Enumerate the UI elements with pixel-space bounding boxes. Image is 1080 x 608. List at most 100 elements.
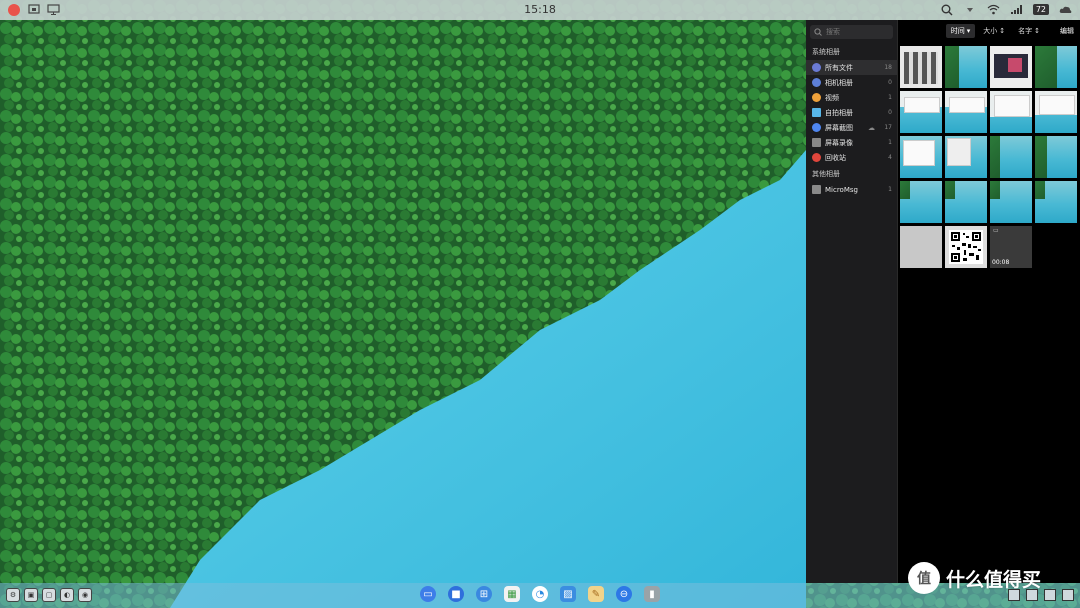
search-placeholder: 搜索 — [826, 28, 840, 36]
browser-icon[interactable]: ◔ — [532, 586, 548, 602]
photo-grid: ▭ 00:08 — [900, 46, 1078, 271]
window-icon[interactable]: ▢ — [42, 588, 56, 602]
tray-icon[interactable] — [1044, 589, 1056, 601]
sort-by-size-button[interactable]: 大小 ↕ — [978, 24, 1011, 38]
photo-thumbnail[interactable] — [900, 46, 942, 88]
photo-thumbnail[interactable] — [1035, 91, 1077, 133]
album-label: 相机相册 — [825, 78, 853, 87]
sort-name-label: 名字 — [1018, 27, 1033, 35]
settings-icon[interactable]: ⚙ — [6, 588, 20, 602]
album-video[interactable]: 视频 1 — [806, 90, 897, 105]
video-icon — [812, 93, 821, 102]
video-icon: ▭ — [993, 227, 999, 234]
photo-thumbnail[interactable] — [900, 136, 942, 178]
photo-thumbnail[interactable] — [1035, 181, 1077, 223]
wifi-icon[interactable] — [987, 3, 1000, 16]
album-label: 自拍相册 — [825, 108, 853, 117]
photo-thumbnail[interactable] — [990, 136, 1032, 178]
search-icon — [814, 28, 822, 36]
photo-thumbnail[interactable] — [900, 91, 942, 133]
all-files-icon — [812, 63, 821, 72]
cloud-icon: ☁ — [868, 123, 875, 132]
trash-icon[interactable]: ▮ — [644, 586, 660, 602]
sort-arrows-icon: ↕ — [1034, 27, 1040, 35]
album-label: MicroMsg — [825, 185, 858, 194]
screenshot-album-icon — [812, 123, 821, 132]
cloud-icon — [1059, 3, 1072, 16]
photo-thumbnail[interactable] — [990, 46, 1032, 88]
album-count: 1 — [888, 139, 892, 146]
album-recycle-bin[interactable]: 回收站 4 — [806, 150, 897, 165]
finder-icon[interactable]: ▭ — [420, 586, 436, 602]
chevron-down-icon: ▾ — [966, 27, 971, 35]
photo-thumbnail[interactable] — [1035, 136, 1077, 178]
album-camera[interactable]: 相机相册 0 — [806, 75, 897, 90]
toggle-icon[interactable]: ◐ — [60, 588, 74, 602]
notes-icon[interactable]: ✎ — [588, 586, 604, 602]
photo-thumbnail[interactable] — [900, 181, 942, 223]
video-duration: 00:08 — [992, 259, 1010, 266]
settings-app-icon[interactable]: ⊖ — [616, 586, 632, 602]
search-input[interactable]: 搜索 — [810, 25, 893, 39]
watermark-logo: 值 — [908, 562, 940, 594]
album-label: 所有文件 — [825, 63, 853, 72]
dropdown-icon[interactable] — [964, 3, 977, 16]
album-count: 18 — [884, 64, 892, 71]
qr-code-icon — [949, 230, 983, 264]
camera-icon — [812, 78, 821, 87]
album-label: 屏幕录像 — [825, 138, 853, 147]
launcher-icon[interactable]: ⊞ — [476, 586, 492, 602]
selfie-icon — [812, 108, 821, 117]
qr-code-thumbnail[interactable] — [945, 226, 987, 268]
record-icon[interactable]: ◉ — [78, 588, 92, 602]
gallery-icon[interactable]: ▨ — [560, 586, 576, 602]
photos-icon[interactable]: ▦ — [504, 586, 520, 602]
album-screenshots[interactable]: 屏幕截图 ☁ 17 — [806, 120, 897, 135]
album-screen-recordings[interactable]: 屏幕录像 1 — [806, 135, 897, 150]
photo-grid-area: 时间 ▾ 大小 ↕ 名字 ↕ 编辑 ▭ 00:08 — [898, 20, 1080, 583]
status-bar: 15:18 72 — [0, 0, 1080, 20]
album-count: 1 — [888, 186, 892, 193]
section-title-system: 系统相册 — [812, 48, 840, 56]
album-count: 17 — [884, 124, 892, 131]
album-micromsg[interactable]: MicroMsg 1 — [806, 182, 897, 197]
watermark: 值 什么值得买 — [908, 562, 1041, 594]
photo-thumbnail[interactable] — [945, 46, 987, 88]
screenshot-icon[interactable]: ▣ — [24, 588, 38, 602]
gallery-window: 搜索 系统相册 所有文件 18 相机相册 0 视频 1 自拍相册 0 屏幕截图 … — [806, 20, 1080, 583]
edit-button[interactable]: 编辑 — [1060, 26, 1074, 36]
album-count: 0 — [888, 109, 892, 116]
tray-icon[interactable] — [1062, 589, 1074, 601]
sort-by-time-button[interactable]: 时间 ▾ — [945, 24, 976, 38]
signal-icon — [1010, 3, 1023, 16]
album-count: 0 — [888, 79, 892, 86]
section-title-other: 其他相册 — [812, 170, 840, 178]
album-selfie[interactable]: 自拍相册 0 — [806, 105, 897, 120]
trash-icon — [812, 153, 821, 162]
album-label: 屏幕截图 — [825, 123, 853, 132]
sort-size-label: 大小 — [983, 27, 998, 35]
album-count: 4 — [888, 154, 892, 161]
watermark-text: 什么值得买 — [946, 568, 1042, 591]
sort-time-label: 时间 — [950, 27, 965, 35]
photo-thumbnail[interactable] — [945, 181, 987, 223]
sort-toolbar: 时间 ▾ 大小 ↕ 名字 ↕ 编辑 — [898, 20, 1080, 42]
screen-record-icon — [812, 138, 821, 147]
album-all-files[interactable]: 所有文件 18 — [806, 60, 897, 75]
album-label: 回收站 — [825, 153, 846, 162]
sort-by-name-button[interactable]: 名字 ↕ — [1013, 24, 1045, 38]
folder-icon — [812, 185, 821, 194]
video-thumbnail[interactable]: ▭ 00:08 — [990, 226, 1032, 268]
clock: 15:18 — [524, 3, 556, 16]
photo-thumbnail[interactable] — [900, 226, 942, 268]
album-label: 视频 — [825, 93, 839, 102]
photo-thumbnail[interactable] — [945, 136, 987, 178]
photo-thumbnail[interactable] — [990, 181, 1032, 223]
album-count: 1 — [888, 94, 892, 101]
photo-thumbnail[interactable] — [945, 91, 987, 133]
files-icon[interactable]: ■ — [448, 586, 464, 602]
search-icon[interactable] — [941, 3, 954, 16]
photo-thumbnail[interactable] — [1035, 46, 1077, 88]
photo-thumbnail[interactable] — [990, 91, 1032, 133]
album-sidebar: 搜索 系统相册 所有文件 18 相机相册 0 视频 1 自拍相册 0 屏幕截图 … — [806, 20, 898, 583]
